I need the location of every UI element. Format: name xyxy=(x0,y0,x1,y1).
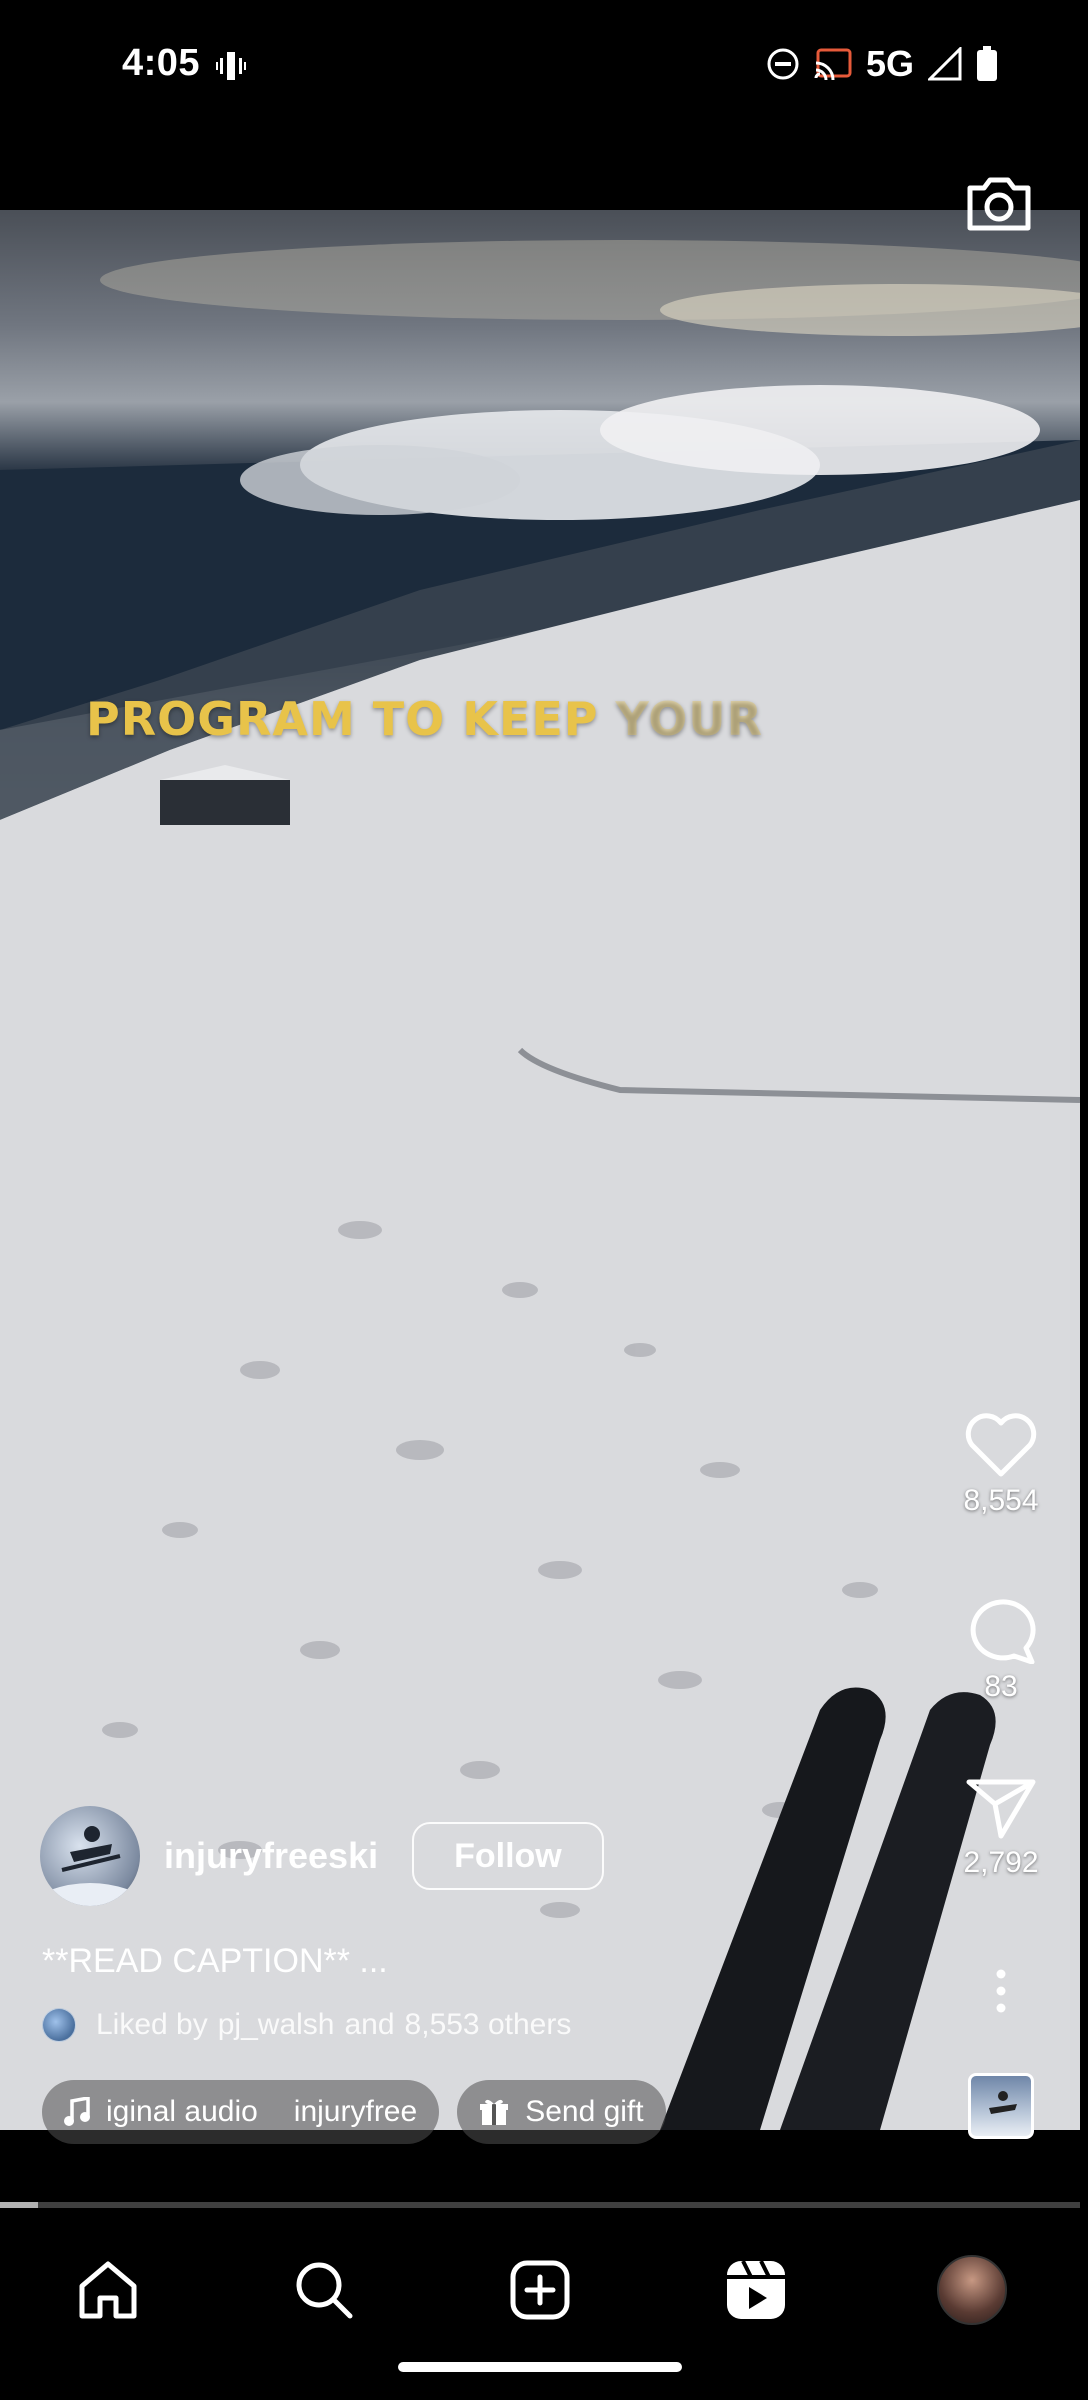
nav-create[interactable] xyxy=(500,2250,580,2330)
skier-avatar-image xyxy=(50,1826,130,1906)
status-time: 4:05 xyxy=(122,42,201,84)
video-progress-bar[interactable] xyxy=(0,2202,1080,2208)
comment-icon[interactable] xyxy=(964,1592,1038,1664)
nav-search[interactable] xyxy=(284,2250,364,2330)
vibrate-icon xyxy=(216,52,246,80)
signal-icon xyxy=(928,47,962,81)
audio-author: injuryfree xyxy=(293,2095,418,2128)
author-avatar[interactable] xyxy=(40,1806,140,1906)
music-note-icon xyxy=(64,2097,90,2126)
more-options-icon[interactable] xyxy=(990,1968,1012,2014)
share-action[interactable]: 2,792 xyxy=(940,1776,1062,1880)
do-not-disturb-icon xyxy=(767,48,799,80)
network-type: 5G xyxy=(865,43,914,84)
nav-home[interactable] xyxy=(68,2250,148,2330)
comment-count: 83 xyxy=(984,1670,1018,1703)
camera-icon[interactable] xyxy=(964,168,1034,238)
liker-avatar xyxy=(42,2008,76,2042)
battery-icon xyxy=(977,46,997,81)
like-action[interactable]: 8,554 xyxy=(940,1412,1062,1518)
liked-prefix: Liked by xyxy=(96,2008,208,2041)
nav-profile[interactable] xyxy=(932,2250,1012,2330)
audio-thumbnail[interactable] xyxy=(968,2073,1034,2139)
cast-icon xyxy=(814,48,852,80)
nav-reels[interactable] xyxy=(716,2250,796,2330)
overlay-text: PROGRAM TO KEEP xyxy=(86,692,599,746)
overlay-text-faded: YOUR xyxy=(615,692,764,746)
follow-button[interactable]: Follow xyxy=(412,1822,604,1890)
status-bar: 4:05 5G xyxy=(0,0,1088,135)
share-count: 2,792 xyxy=(963,1846,1039,1879)
audio-label: iginal audio xyxy=(106,2095,258,2128)
comment-action[interactable]: 83 xyxy=(940,1592,1062,1704)
gift-icon xyxy=(480,2099,509,2125)
send-icon[interactable] xyxy=(965,1776,1037,1840)
home-indicator[interactable] xyxy=(398,2362,682,2372)
author-username[interactable]: injuryfreeski xyxy=(164,1835,378,1877)
search-icon[interactable] xyxy=(292,2258,356,2322)
chips-row: iginal audio injuryfree Send gift xyxy=(42,2080,666,2144)
profile-avatar[interactable] xyxy=(937,2255,1007,2325)
create-icon[interactable] xyxy=(509,2259,571,2321)
status-icons: 5G xyxy=(766,43,998,84)
send-gift-label: Send gift xyxy=(525,2095,644,2128)
liked-and: and xyxy=(344,2008,395,2041)
video-progress-fill xyxy=(0,2202,38,2208)
liked-user[interactable]: pj_walsh xyxy=(218,2008,335,2042)
video-text-overlay: PROGRAM TO KEEP YOUR xyxy=(86,692,763,746)
post-caption[interactable]: **READ CAPTION** ... xyxy=(42,1942,388,1981)
home-icon[interactable] xyxy=(76,2258,140,2322)
like-count: 8,554 xyxy=(963,1484,1039,1517)
audio-chip[interactable]: iginal audio injuryfree xyxy=(42,2080,440,2144)
author-row: injuryfreeski Follow xyxy=(40,1806,604,1906)
reels-icon[interactable] xyxy=(725,2259,787,2321)
liked-others[interactable]: 8,553 others xyxy=(405,2008,572,2042)
liked-by-row[interactable]: Liked by pj_walsh and 8,553 others xyxy=(42,2008,581,2042)
skier-thumbnail-image xyxy=(989,2091,1017,2114)
send-gift-chip[interactable]: Send gift xyxy=(457,2080,666,2144)
heart-icon[interactable] xyxy=(964,1412,1038,1478)
